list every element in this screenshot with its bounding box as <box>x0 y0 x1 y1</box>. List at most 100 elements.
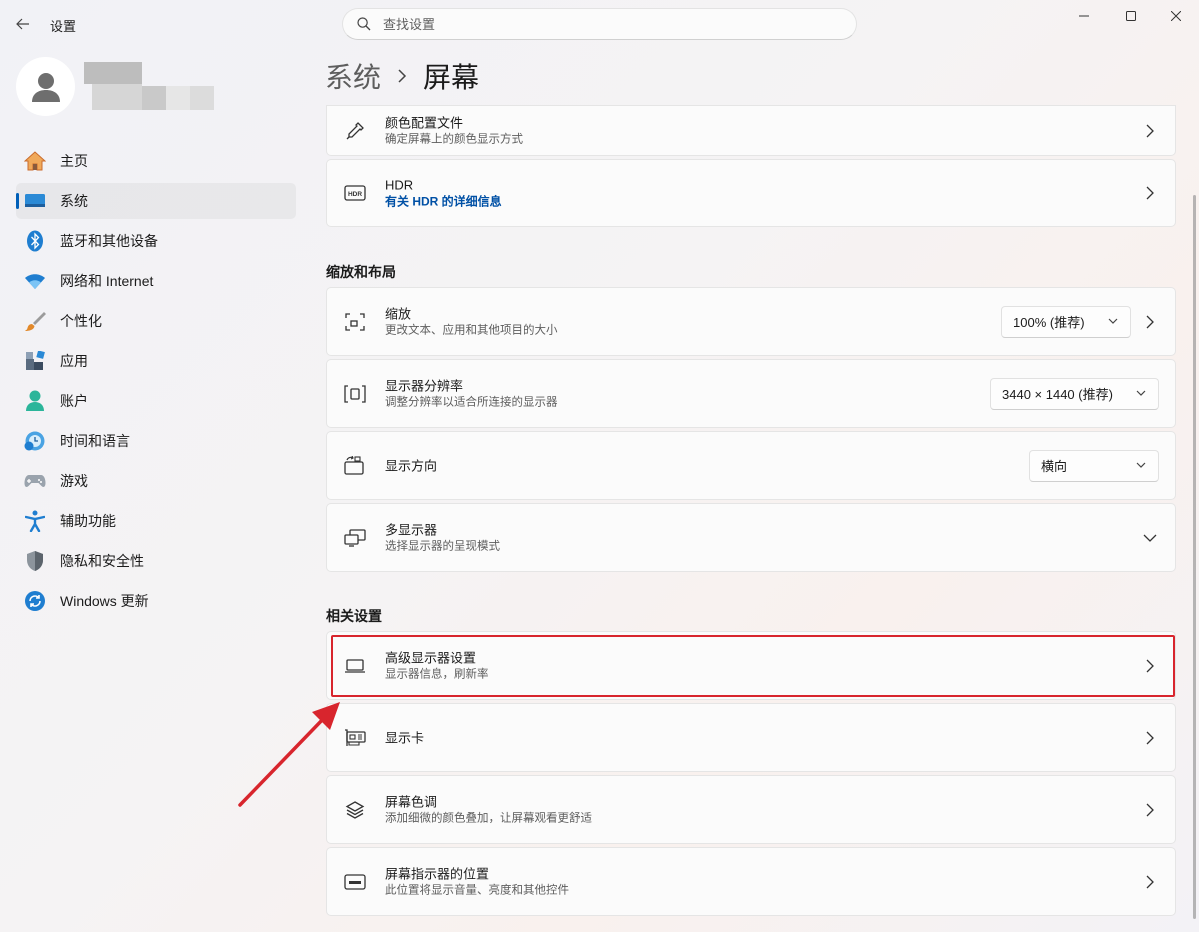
color-profile-title: 颜色配置文件 <box>385 115 464 130</box>
scale-subtitle: 更改文本、应用和其他项目的大小 <box>385 324 558 336</box>
sidebar-nav: 主页 系统 蓝牙和其他设备 网络和 Internet 个性化 应用 账户 时间和… <box>16 143 296 623</box>
color-filter-subtitle: 添加细微的颜色叠加，让屏幕观看更舒适 <box>385 812 592 824</box>
apps-icon <box>24 350 46 372</box>
breadcrumb-chevron-icon <box>397 69 407 83</box>
chevron-right-icon[interactable] <box>1143 315 1157 329</box>
eyedropper-icon <box>343 119 367 143</box>
chevron-right-icon <box>1143 124 1157 138</box>
home-icon <box>24 150 46 172</box>
section-scale-layout: 缩放和布局 <box>326 264 396 280</box>
orientation-icon <box>343 454 367 478</box>
scale-title: 缩放 <box>385 306 412 321</box>
resolution-title: 显示器分辨率 <box>385 378 464 393</box>
user-icon <box>31 72 60 102</box>
page-title: 屏幕 <box>423 62 480 93</box>
chevron-right-icon <box>1143 186 1157 200</box>
multiple-displays-subtitle: 选择显示器的呈现模式 <box>385 540 500 552</box>
scrollbar[interactable] <box>1193 195 1196 919</box>
chevron-right-icon <box>1143 731 1157 745</box>
indicator-position-title: 屏幕指示器的位置 <box>385 866 490 881</box>
avatar[interactable] <box>16 57 75 116</box>
sidebar-item-time-language[interactable]: 时间和语言 <box>16 423 296 459</box>
back-button[interactable] <box>10 12 36 36</box>
maximize-icon <box>1126 11 1136 21</box>
scale-value: 100% (推荐) <box>1013 315 1085 330</box>
scale-icon <box>343 310 367 334</box>
sidebar-item-system[interactable]: 系统 <box>16 183 296 219</box>
graphics-card[interactable]: 显示卡 <box>326 703 1176 772</box>
hdr-link[interactable]: 有关 HDR 的详细信息 <box>385 194 502 210</box>
gpu-icon <box>343 726 367 750</box>
window-title: 设置 <box>50 19 77 34</box>
search-input[interactable] <box>383 16 823 32</box>
gamepad-icon <box>24 470 46 492</box>
chevron-down-icon <box>1136 462 1146 468</box>
graphics-title: 显示卡 <box>385 730 425 745</box>
accessibility-icon <box>24 510 46 532</box>
update-icon <box>24 590 46 612</box>
orientation-card[interactable]: 显示方向 横向 <box>326 431 1176 500</box>
sidebar-item-privacy[interactable]: 隐私和安全性 <box>16 543 296 579</box>
resolution-icon <box>343 382 367 406</box>
sidebar-item-apps[interactable]: 应用 <box>16 343 296 379</box>
scale-dropdown[interactable]: 100% (推荐) <box>1001 305 1131 338</box>
multiple-displays-title: 多显示器 <box>385 522 438 537</box>
resolution-dropdown[interactable]: 3440 × 1440 (推荐) <box>990 377 1159 410</box>
time-language-icon <box>24 430 46 452</box>
sidebar-item-bluetooth[interactable]: 蓝牙和其他设备 <box>16 223 296 259</box>
close-icon <box>1171 11 1181 21</box>
chevron-down-icon[interactable] <box>1143 531 1157 545</box>
resolution-subtitle: 调整分辨率以适合所连接的显示器 <box>385 396 558 408</box>
multiple-displays-icon <box>343 526 367 550</box>
shield-icon <box>24 550 46 572</box>
close-button[interactable] <box>1153 0 1199 32</box>
indicator-position-card[interactable]: 屏幕指示器的位置 此位置将显示音量、亮度和其他控件 <box>326 847 1176 916</box>
orientation-value: 横向 <box>1041 459 1068 474</box>
color-filter-card[interactable]: 屏幕色调 添加细微的颜色叠加，让屏幕观看更舒适 <box>326 775 1176 844</box>
search-icon <box>357 17 371 31</box>
chevron-right-icon <box>1143 803 1157 817</box>
advanced-display-title: 高级显示器设置 <box>385 650 477 665</box>
sidebar-item-personalization[interactable]: 个性化 <box>16 303 296 339</box>
hdr-card[interactable]: HDR HDR 有关 HDR 的详细信息 <box>326 159 1176 227</box>
multiple-displays-card[interactable]: 多显示器 选择显示器的呈现模式 <box>326 503 1176 572</box>
svg-text:HDR: HDR <box>348 191 362 198</box>
chevron-right-icon <box>1143 659 1157 673</box>
breadcrumb: 系统 屏幕 <box>325 56 479 96</box>
advanced-display-card[interactable]: 高级显示器设置 显示器信息，刷新率 <box>326 631 1176 700</box>
color-profile-subtitle: 确定屏幕上的颜色显示方式 <box>385 133 523 145</box>
laptop-icon <box>343 654 367 678</box>
orientation-title: 显示方向 <box>385 458 438 473</box>
chevron-down-icon <box>1136 390 1146 396</box>
resolution-value: 3440 × 1440 (推荐) <box>1002 387 1113 402</box>
wifi-icon <box>24 270 46 292</box>
advanced-display-subtitle: 显示器信息，刷新率 <box>385 668 489 680</box>
back-arrow-icon <box>16 18 29 30</box>
maximize-button[interactable] <box>1108 0 1154 32</box>
indicator-icon <box>343 870 367 894</box>
sidebar-item-accounts[interactable]: 账户 <box>16 383 296 419</box>
orientation-dropdown[interactable]: 横向 <box>1029 449 1159 482</box>
minimize-icon <box>1079 15 1089 17</box>
search-box[interactable] <box>342 8 857 40</box>
sidebar-item-accessibility[interactable]: 辅助功能 <box>16 503 296 539</box>
color-filter-title: 屏幕色调 <box>385 794 438 809</box>
sidebar-item-network[interactable]: 网络和 Internet <box>16 263 296 299</box>
section-related-settings: 相关设置 <box>326 608 382 624</box>
chevron-right-icon <box>1143 875 1157 889</box>
breadcrumb-parent[interactable]: 系统 <box>325 56 381 96</box>
account-icon <box>24 390 46 412</box>
scale-card[interactable]: 缩放 更改文本、应用和其他项目的大小 100% (推荐) <box>326 287 1176 356</box>
color-profile-card[interactable]: 颜色配置文件 确定屏幕上的颜色显示方式 <box>326 105 1176 156</box>
bluetooth-icon <box>24 230 46 252</box>
indicator-position-subtitle: 此位置将显示音量、亮度和其他控件 <box>385 884 569 896</box>
layers-icon <box>343 798 367 822</box>
sidebar-item-home[interactable]: 主页 <box>16 143 296 179</box>
sidebar-item-gaming[interactable]: 游戏 <box>16 463 296 499</box>
hdr-title: HDR <box>385 177 414 193</box>
title-bar: 设置 <box>0 0 1199 48</box>
brush-icon <box>24 310 46 332</box>
resolution-card[interactable]: 显示器分辨率 调整分辨率以适合所连接的显示器 3440 × 1440 (推荐) <box>326 359 1176 428</box>
sidebar-item-windows-update[interactable]: Windows 更新 <box>16 583 296 619</box>
minimize-button[interactable] <box>1061 0 1107 32</box>
